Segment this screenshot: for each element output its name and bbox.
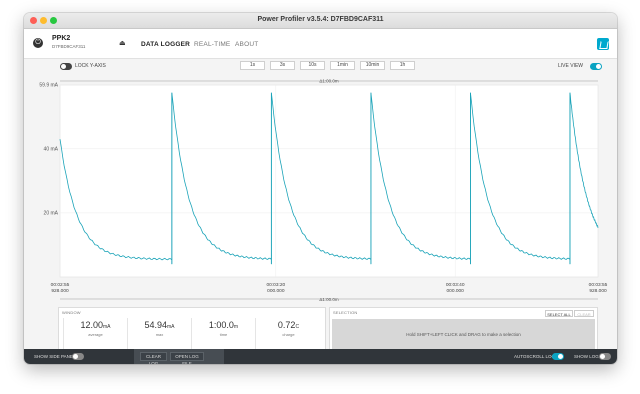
x-tick-sublabel: 928.000 bbox=[589, 288, 607, 294]
app-window: Power Profiler v3.5.4: D7FBD9CAF311 ⏻ PP… bbox=[24, 13, 617, 364]
window-1h-button[interactable]: 1h bbox=[390, 61, 415, 70]
y-tick-label: 20 mA bbox=[44, 210, 59, 216]
chart-toolbar: LOCK Y-AXIS 1s 3s 10s 1min 10min 1h LIVE… bbox=[24, 60, 617, 73]
show-log-label: SHOW LOG bbox=[574, 354, 599, 359]
tab-about[interactable]: ABOUT bbox=[235, 41, 258, 48]
autoscroll-log-label: AUTOSCROLL LOG bbox=[514, 354, 556, 359]
chart-svg[interactable]: Δ1:00.0m 59.9 mA40 mA20 mA 00:02:55928.0… bbox=[36, 75, 608, 307]
stat-time: 1:00.0m time bbox=[191, 318, 255, 350]
window-1min-button[interactable]: 1min bbox=[330, 61, 355, 70]
window-title: Power Profiler v3.5.4: D7FBD9CAF311 bbox=[257, 16, 384, 23]
stat-max-value: 54.94mA bbox=[144, 320, 175, 330]
stat-charge: 0.72C charge bbox=[255, 318, 321, 350]
show-side-panel-toggle[interactable] bbox=[72, 353, 84, 360]
stat-charge-label: charge bbox=[282, 332, 295, 337]
stat-charge-value: 0.72C bbox=[277, 320, 300, 330]
current-chart[interactable]: Δ1:00.0m 59.9 mA 40 mA 20 mA 00:02:55 928.0… bbox=[36, 75, 608, 307]
lock-y-axis-toggle[interactable] bbox=[60, 63, 72, 70]
tab-real-time[interactable]: REAL-TIME bbox=[194, 41, 230, 48]
stat-time-label: time bbox=[219, 332, 228, 337]
tab-data-logger[interactable]: DATA LOGGER bbox=[141, 41, 190, 48]
x-tick-sublabel: 928.000 bbox=[51, 288, 69, 294]
live-view-label: LIVE VIEW bbox=[558, 63, 584, 69]
window-panel-title: WINDOW bbox=[62, 310, 81, 315]
show-side-panel-label: SHOW SIDE PANEL bbox=[34, 354, 76, 359]
y-tick-label: 40 mA bbox=[44, 146, 59, 152]
x-axis: 00:02:55928.00000:03:20000.00000:03:4000… bbox=[51, 282, 608, 294]
stat-average-value: 12.00mA bbox=[80, 320, 111, 330]
clear-selection-button[interactable]: CLEAR bbox=[574, 310, 594, 317]
top-delta-label: Δ1:00.0m bbox=[319, 79, 339, 84]
bottom-bar: SHOW SIDE PANEL CLEAR LOG OPEN LOG FILE … bbox=[24, 349, 617, 364]
selection-hint: Hold SHIFT+LEFT CLICK and DRAG to make a… bbox=[406, 332, 521, 337]
live-view-toggle[interactable] bbox=[590, 63, 602, 70]
window-panel: WINDOW 12.00mA average 54.94mA max 1:00.… bbox=[58, 307, 326, 353]
stats-panels: WINDOW 12.00mA average 54.94mA max 1:00.… bbox=[36, 307, 608, 355]
device-power-icon[interactable]: ⏻ bbox=[33, 38, 43, 48]
window-1s-button[interactable]: 1s bbox=[240, 61, 265, 70]
eject-icon[interactable]: ⏏ bbox=[119, 39, 126, 47]
window-3s-button[interactable]: 3s bbox=[270, 61, 295, 70]
open-log-file-button[interactable]: OPEN LOG FILE bbox=[170, 352, 204, 364]
selection-panel-title: SELECTION bbox=[333, 310, 358, 315]
stat-average-label: average bbox=[88, 332, 103, 337]
x-tick-label: 00:02:55 bbox=[51, 282, 70, 288]
show-log-toggle[interactable] bbox=[599, 353, 611, 360]
x-tick-label: 00:03:20 bbox=[267, 282, 286, 288]
select-all-button[interactable]: SELECT ALL bbox=[545, 310, 573, 317]
bottom-delta-label: Δ1:00.0m bbox=[319, 297, 339, 302]
stat-max-label: max bbox=[155, 332, 164, 337]
selection-panel: SELECTION SELECT ALL CLEAR Hold SHIFT+LE… bbox=[329, 307, 598, 353]
lock-y-axis-label: LOCK Y-AXIS bbox=[75, 63, 106, 69]
stat-max: 54.94mA max bbox=[127, 318, 191, 350]
nordic-logo-icon bbox=[597, 38, 609, 50]
clear-log-button[interactable]: CLEAR LOG bbox=[140, 352, 167, 364]
selection-area[interactable]: Hold SHIFT+LEFT CLICK and DRAG to make a… bbox=[332, 319, 595, 350]
x-tick-label: 00:03:55 bbox=[589, 282, 608, 288]
y-axis: 59.9 mA 40 mA 20 mA bbox=[39, 83, 58, 217]
device-name: PPK2 bbox=[52, 35, 71, 42]
y-tick-label: 59.9 mA bbox=[39, 83, 58, 89]
stat-time-value: 1:00.0m bbox=[208, 320, 239, 330]
x-tick-label: 00:03:40 bbox=[446, 282, 465, 288]
autoscroll-log-toggle[interactable] bbox=[552, 353, 564, 360]
app-header: ⏻ PPK2 D7FBD9CAF311 ⏏ DATA LOGGER REAL-T… bbox=[24, 29, 617, 59]
window-10min-button[interactable]: 10min bbox=[360, 61, 385, 70]
device-serial: D7FBD9CAF311 bbox=[52, 44, 86, 49]
log-controls: CLEAR LOG OPEN LOG FILE bbox=[134, 349, 224, 364]
title-bar: Power Profiler v3.5.4: D7FBD9CAF311 bbox=[24, 13, 617, 29]
x-tick-sublabel: 000.000 bbox=[447, 288, 465, 294]
x-tick-sublabel: 000.000 bbox=[267, 288, 285, 294]
window-10s-button[interactable]: 10s bbox=[300, 61, 325, 70]
stat-average: 12.00mA average bbox=[63, 318, 127, 350]
